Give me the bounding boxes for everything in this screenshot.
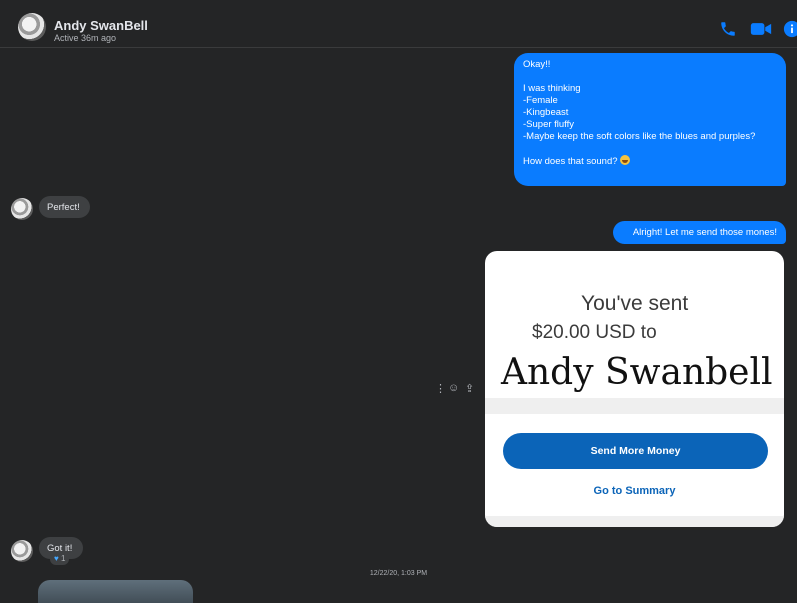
contact-name[interactable]: Andy SwanBell bbox=[54, 18, 148, 33]
chat-header: Andy SwanBell Active 36m ago bbox=[0, 0, 797, 48]
amount-text: $20.00 USD to bbox=[532, 322, 657, 343]
card-footer bbox=[485, 516, 784, 527]
outgoing-message-bubble[interactable]: Okay!! I was thinking -Female -Kingbeast… bbox=[514, 53, 786, 186]
reaction-badge[interactable]: ♥ 1 bbox=[50, 553, 70, 565]
messenger-window: Andy SwanBell Active 36m ago Okay!! I wa… bbox=[0, 0, 797, 603]
message-line: How does that sound? bbox=[523, 155, 777, 167]
outgoing-message-bubble[interactable]: Alright! Let me send those mones! bbox=[613, 221, 786, 244]
message-line: -Kingbeast bbox=[523, 107, 569, 118]
image-attachment[interactable] bbox=[38, 580, 193, 603]
payment-confirmation-image[interactable]: You've sent $20.00 USD to Andy Swanbell … bbox=[485, 251, 784, 527]
contact-avatar[interactable] bbox=[11, 198, 33, 220]
message-timestamp: 12/22/20, 1:03 PM bbox=[369, 570, 428, 577]
contact-avatar[interactable] bbox=[11, 540, 33, 562]
share-icon[interactable]: ⇪ bbox=[465, 382, 474, 395]
sent-text: You've sent bbox=[581, 292, 689, 315]
smile-emoji-icon bbox=[620, 155, 631, 165]
message-line: -Female bbox=[523, 95, 558, 106]
message-line: I was thinking bbox=[523, 83, 581, 94]
reaction-count: 1 bbox=[60, 554, 66, 563]
go-to-summary-link[interactable]: Go to Summary bbox=[485, 485, 784, 497]
recipient-name: Andy Swanbell bbox=[501, 352, 773, 393]
contact-avatar[interactable] bbox=[18, 13, 46, 41]
heart-icon: ♥ bbox=[54, 554, 59, 563]
card-divider bbox=[485, 398, 784, 414]
phone-icon[interactable] bbox=[719, 20, 737, 38]
message-line: -Maybe keep the soft colors like the blu… bbox=[523, 131, 756, 142]
info-icon[interactable] bbox=[783, 20, 797, 38]
video-icon[interactable] bbox=[750, 20, 772, 38]
more-options-icon[interactable]: ⋮ bbox=[435, 382, 446, 395]
send-more-money-button[interactable]: Send More Money bbox=[503, 433, 768, 469]
message-text: How does that sound? bbox=[523, 156, 618, 167]
message-line: -Super fluffy bbox=[523, 119, 575, 130]
react-emoji-icon[interactable]: ☺ bbox=[448, 382, 459, 394]
contact-status: Active 36m ago bbox=[54, 33, 117, 43]
message-line bbox=[523, 71, 777, 83]
message-line: Okay!! bbox=[523, 59, 551, 70]
incoming-message-bubble[interactable]: Perfect! bbox=[39, 196, 90, 218]
message-line bbox=[523, 143, 777, 155]
